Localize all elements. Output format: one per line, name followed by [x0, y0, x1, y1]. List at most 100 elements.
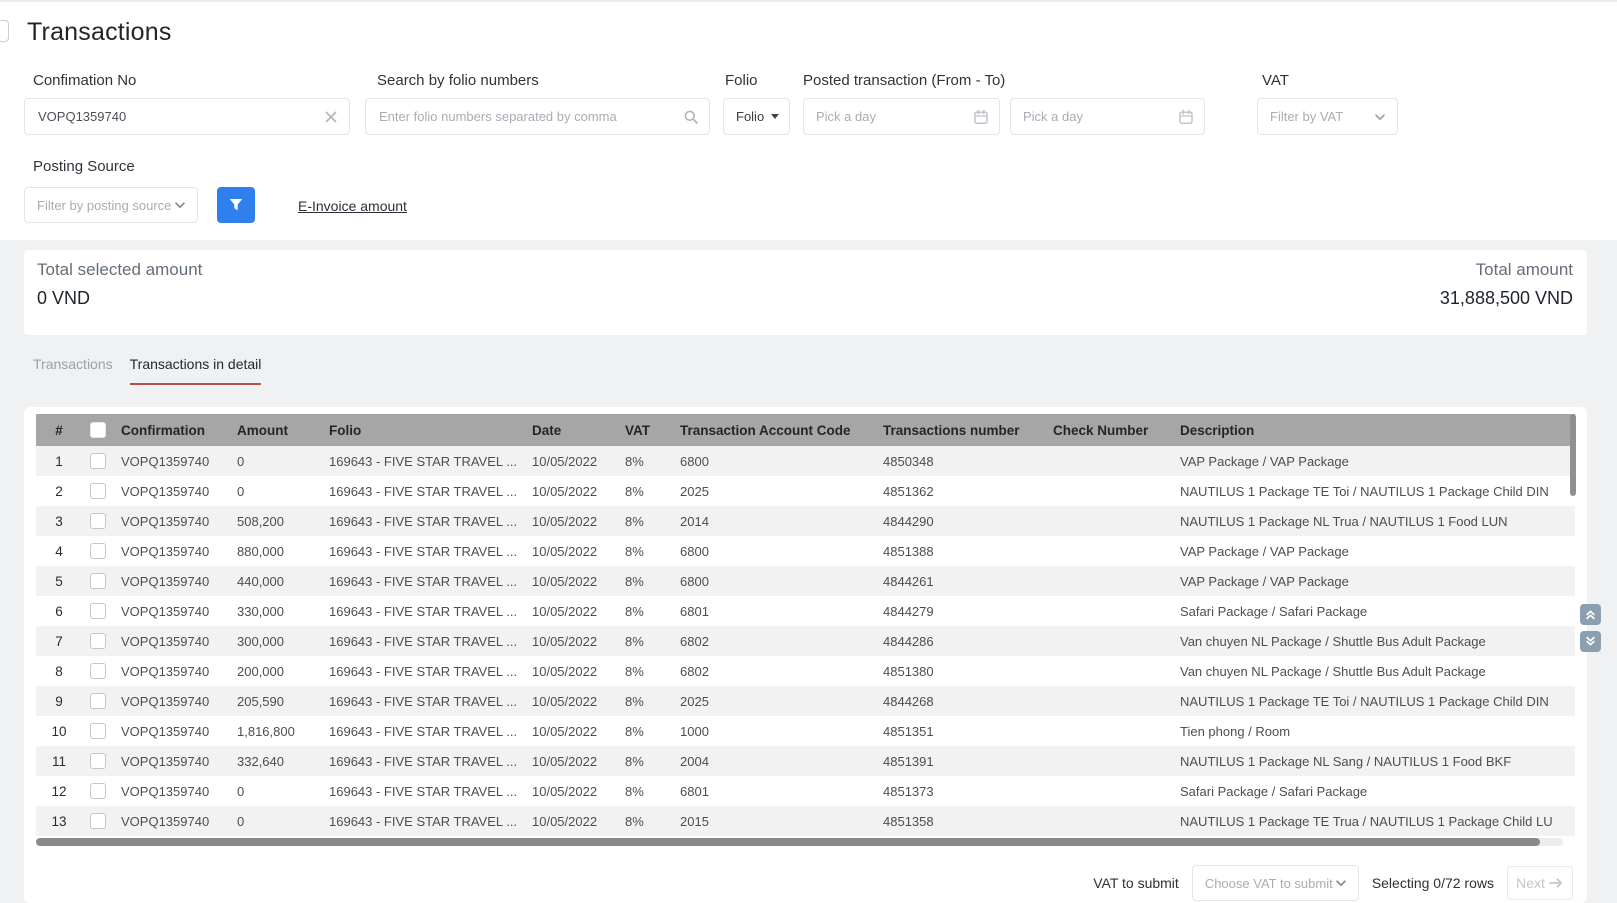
cell-txn-number: 4844261	[875, 574, 1045, 589]
table-row[interactable]: 7 VOPQ1359740 300,000 169643 - FIVE STAR…	[36, 626, 1575, 656]
row-index: 2	[36, 484, 82, 499]
sidebar-edge-toggle[interactable]	[0, 20, 9, 42]
cell-folio: 169643 - FIVE STAR TRAVEL ...	[321, 724, 524, 739]
row-checkbox[interactable]	[90, 633, 106, 649]
posted-transaction-label: Posted transaction (From - To)	[803, 72, 1005, 89]
row-checkbox[interactable]	[90, 693, 106, 709]
row-checkbox[interactable]	[90, 723, 106, 739]
cell-account-code: 6800	[672, 454, 875, 469]
cell-account-code: 1000	[672, 724, 875, 739]
table-row[interactable]: 8 VOPQ1359740 200,000 169643 - FIVE STAR…	[36, 656, 1575, 686]
tab-transactions-in-detail[interactable]: Transactions in detail	[130, 356, 262, 385]
row-checkbox[interactable]	[90, 513, 106, 529]
cell-vat: 8%	[617, 484, 672, 499]
cell-amount: 0	[229, 484, 321, 499]
table-row[interactable]: 6 VOPQ1359740 330,000 169643 - FIVE STAR…	[36, 596, 1575, 626]
row-checkbox[interactable]	[90, 663, 106, 679]
cell-amount: 330,000	[229, 604, 321, 619]
cell-confirmation: VOPQ1359740	[113, 814, 229, 829]
cell-account-code: 6802	[672, 664, 875, 679]
cell-account-code: 6801	[672, 784, 875, 799]
cell-confirmation: VOPQ1359740	[113, 484, 229, 499]
clear-icon[interactable]	[323, 109, 339, 125]
horizontal-scrollbar-thumb[interactable]	[36, 838, 1540, 846]
cell-description: VAP Package / VAP Package	[1172, 544, 1575, 559]
select-all-checkbox[interactable]	[90, 422, 106, 438]
table-row[interactable]: 12 VOPQ1359740 0 169643 - FIVE STAR TRAV…	[36, 776, 1575, 806]
table-row[interactable]: 13 VOPQ1359740 0 169643 - FIVE STAR TRAV…	[36, 806, 1575, 836]
table-row[interactable]: 10 VOPQ1359740 1,816,800 169643 - FIVE S…	[36, 716, 1575, 746]
vat-select[interactable]: Filter by VAT	[1257, 98, 1398, 135]
select-all-checkbox-cell	[82, 422, 113, 438]
cell-confirmation: VOPQ1359740	[113, 634, 229, 649]
row-checkbox[interactable]	[90, 783, 106, 799]
confirmation-input[interactable]	[25, 99, 323, 134]
cell-description: NAUTILUS 1 Package TE Toi / NAUTILUS 1 P…	[1172, 484, 1575, 499]
scroll-to-bottom-button[interactable]	[1580, 631, 1601, 652]
row-checkbox-cell	[82, 813, 113, 830]
cell-description: NAUTILUS 1 Package TE Trua / NAUTILUS 1 …	[1172, 814, 1575, 829]
totals-card: Total selected amount 0 VND Total amount…	[24, 250, 1587, 335]
folio-select[interactable]: Folio	[723, 98, 790, 135]
posting-source-label: Posting Source	[33, 158, 135, 175]
table-row[interactable]: 5 VOPQ1359740 440,000 169643 - FIVE STAR…	[36, 566, 1575, 596]
row-checkbox[interactable]	[90, 813, 106, 829]
table-footer-bar: VAT to submit Choose VAT to submit Selec…	[1093, 865, 1573, 901]
scroll-to-top-button[interactable]	[1580, 604, 1601, 625]
tab-bar: Transactions Transactions in detail	[33, 356, 261, 385]
row-checkbox[interactable]	[90, 543, 106, 559]
cell-date: 10/05/2022	[524, 604, 617, 619]
cell-amount: 0	[229, 454, 321, 469]
cell-txn-number: 4851373	[875, 784, 1045, 799]
cell-description: NAUTILUS 1 Package NL Sang / NAUTILUS 1 …	[1172, 754, 1575, 769]
table-row[interactable]: 2 VOPQ1359740 0 169643 - FIVE STAR TRAVE…	[36, 476, 1575, 506]
row-index: 6	[36, 604, 82, 619]
row-checkbox[interactable]	[90, 483, 106, 499]
cell-date: 10/05/2022	[524, 664, 617, 679]
posting-source-select[interactable]: Filter by posting source	[24, 187, 198, 223]
row-checkbox[interactable]	[90, 453, 106, 469]
apply-filter-button[interactable]	[217, 187, 255, 223]
cell-txn-number: 4850348	[875, 454, 1045, 469]
next-button[interactable]: Next	[1507, 866, 1573, 900]
folio-search-input[interactable]	[366, 99, 683, 134]
row-checkbox[interactable]	[90, 753, 106, 769]
table-row[interactable]: 3 VOPQ1359740 508,200 169643 - FIVE STAR…	[36, 506, 1575, 536]
cell-confirmation: VOPQ1359740	[113, 604, 229, 619]
cell-vat: 8%	[617, 784, 672, 799]
vertical-scrollbar-thumb[interactable]	[1570, 414, 1576, 496]
arrow-right-icon	[1549, 877, 1564, 889]
vat-to-submit-select[interactable]: Choose VAT to submit	[1192, 865, 1359, 901]
table-row[interactable]: 11 VOPQ1359740 332,640 169643 - FIVE STA…	[36, 746, 1575, 776]
tab-transactions[interactable]: Transactions	[33, 356, 113, 385]
folio-search-label: Search by folio numbers	[377, 72, 539, 89]
date-from-picker[interactable]: Pick a day	[803, 98, 1000, 135]
table-header-row: # Confirmation Amount Folio Date VAT Tra…	[36, 414, 1575, 446]
table-row[interactable]: 4 VOPQ1359740 880,000 169643 - FIVE STAR…	[36, 536, 1575, 566]
cell-date: 10/05/2022	[524, 784, 617, 799]
row-checkbox-cell	[82, 573, 113, 590]
row-checkbox[interactable]	[90, 573, 106, 589]
row-checkbox[interactable]	[90, 603, 106, 619]
cell-date: 10/05/2022	[524, 454, 617, 469]
confirmation-input-box	[24, 98, 350, 135]
cell-folio: 169643 - FIVE STAR TRAVEL ...	[321, 574, 524, 589]
date-to-picker[interactable]: Pick a day	[1010, 98, 1205, 135]
col-header-confirmation: Confirmation	[113, 423, 229, 438]
col-header-check-number: Check Number	[1045, 423, 1172, 438]
horizontal-scrollbar-track[interactable]	[36, 838, 1563, 846]
calendar-icon	[1178, 109, 1194, 125]
einvoice-amount-link[interactable]: E-Invoice amount	[298, 198, 407, 214]
table-row[interactable]: 9 VOPQ1359740 205,590 169643 - FIVE STAR…	[36, 686, 1575, 716]
total-selected-label: Total selected amount	[37, 260, 202, 280]
filter-section: Transactions Confimation No Search by fo…	[0, 0, 1617, 240]
cell-folio: 169643 - FIVE STAR TRAVEL ...	[321, 784, 524, 799]
cell-vat: 8%	[617, 574, 672, 589]
calendar-icon	[973, 109, 989, 125]
total-amount-value: 31,888,500 VND	[1440, 288, 1573, 309]
col-header-account-code: Transaction Account Code	[672, 423, 875, 438]
cell-vat: 8%	[617, 724, 672, 739]
cell-description: VAP Package / VAP Package	[1172, 454, 1575, 469]
table-row[interactable]: 1 VOPQ1359740 0 169643 - FIVE STAR TRAVE…	[36, 446, 1575, 476]
total-amount-label: Total amount	[1440, 260, 1573, 280]
